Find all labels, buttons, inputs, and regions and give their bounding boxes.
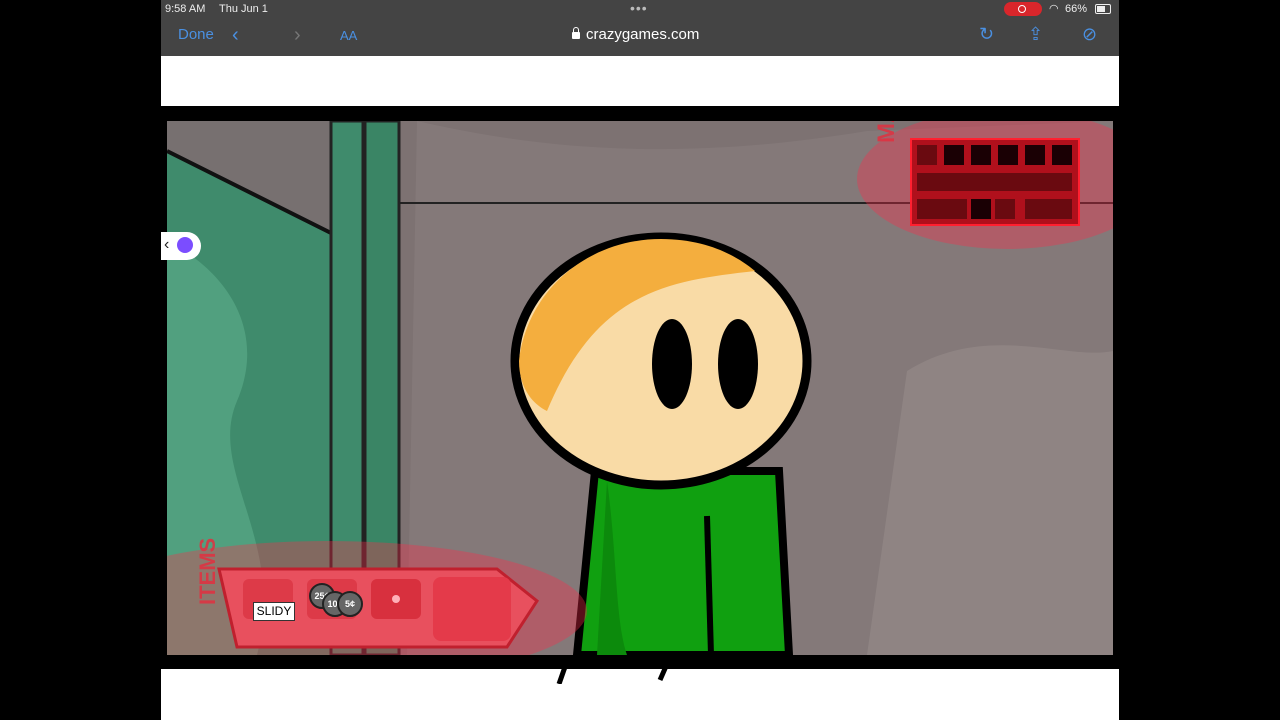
game-scene[interactable]: MAP ITEMS SLIDY 25¢ 10¢ 5¢ — [167, 121, 1113, 655]
chevron-left-icon: ‹ — [164, 236, 170, 253]
game-viewport[interactable]: MAP ITEMS SLIDY 25¢ 10¢ 5¢ — [161, 106, 1119, 684]
coin-5[interactable]: 5¢ — [337, 591, 363, 617]
map-label[interactable]: MAP — [873, 121, 901, 143]
browser-toolbar: Done ‹ › AA crazygames.com ↻ ⇪ ⊘ — [161, 18, 1119, 56]
reader-text-size-button[interactable]: AA — [340, 28, 357, 43]
status-time: 9:58 AM — [165, 3, 206, 15]
status-date: Thu Jun 1 — [219, 3, 268, 15]
character-feet — [556, 664, 670, 684]
screen-record-icon — [1004, 2, 1042, 16]
twitch-icon — [177, 237, 193, 253]
battery-percent: 66% — [1065, 3, 1088, 15]
items-label: ITEMS — [195, 537, 220, 605]
compass-icon[interactable]: ⊘ — [1082, 24, 1097, 45]
url-text: crazygames.com — [586, 26, 700, 43]
side-panel-tab[interactable]: ‹ — [161, 232, 201, 260]
address-bar[interactable]: crazygames.com — [572, 26, 699, 43]
done-button[interactable]: Done — [178, 26, 214, 43]
wifi-icon: ◠ — [1049, 3, 1059, 15]
reload-icon[interactable]: ↻ — [979, 24, 994, 45]
forward-chevron-icon[interactable]: › — [294, 24, 301, 47]
share-icon[interactable]: ⇪ — [1028, 24, 1043, 45]
back-chevron-icon[interactable]: ‹ — [232, 24, 239, 47]
tablet-screen: 9:58 AM Thu Jun 1 ••• ◠ 66% Done ‹ › AA … — [161, 0, 1119, 720]
battery-icon — [1095, 4, 1111, 14]
slidy-item[interactable]: SLIDY — [253, 602, 295, 621]
lock-icon — [572, 27, 580, 39]
multitask-dots-icon[interactable]: ••• — [630, 0, 648, 16]
status-bar: 9:58 AM Thu Jun 1 ••• ◠ 66% — [161, 0, 1119, 18]
scene-art — [167, 121, 1113, 655]
